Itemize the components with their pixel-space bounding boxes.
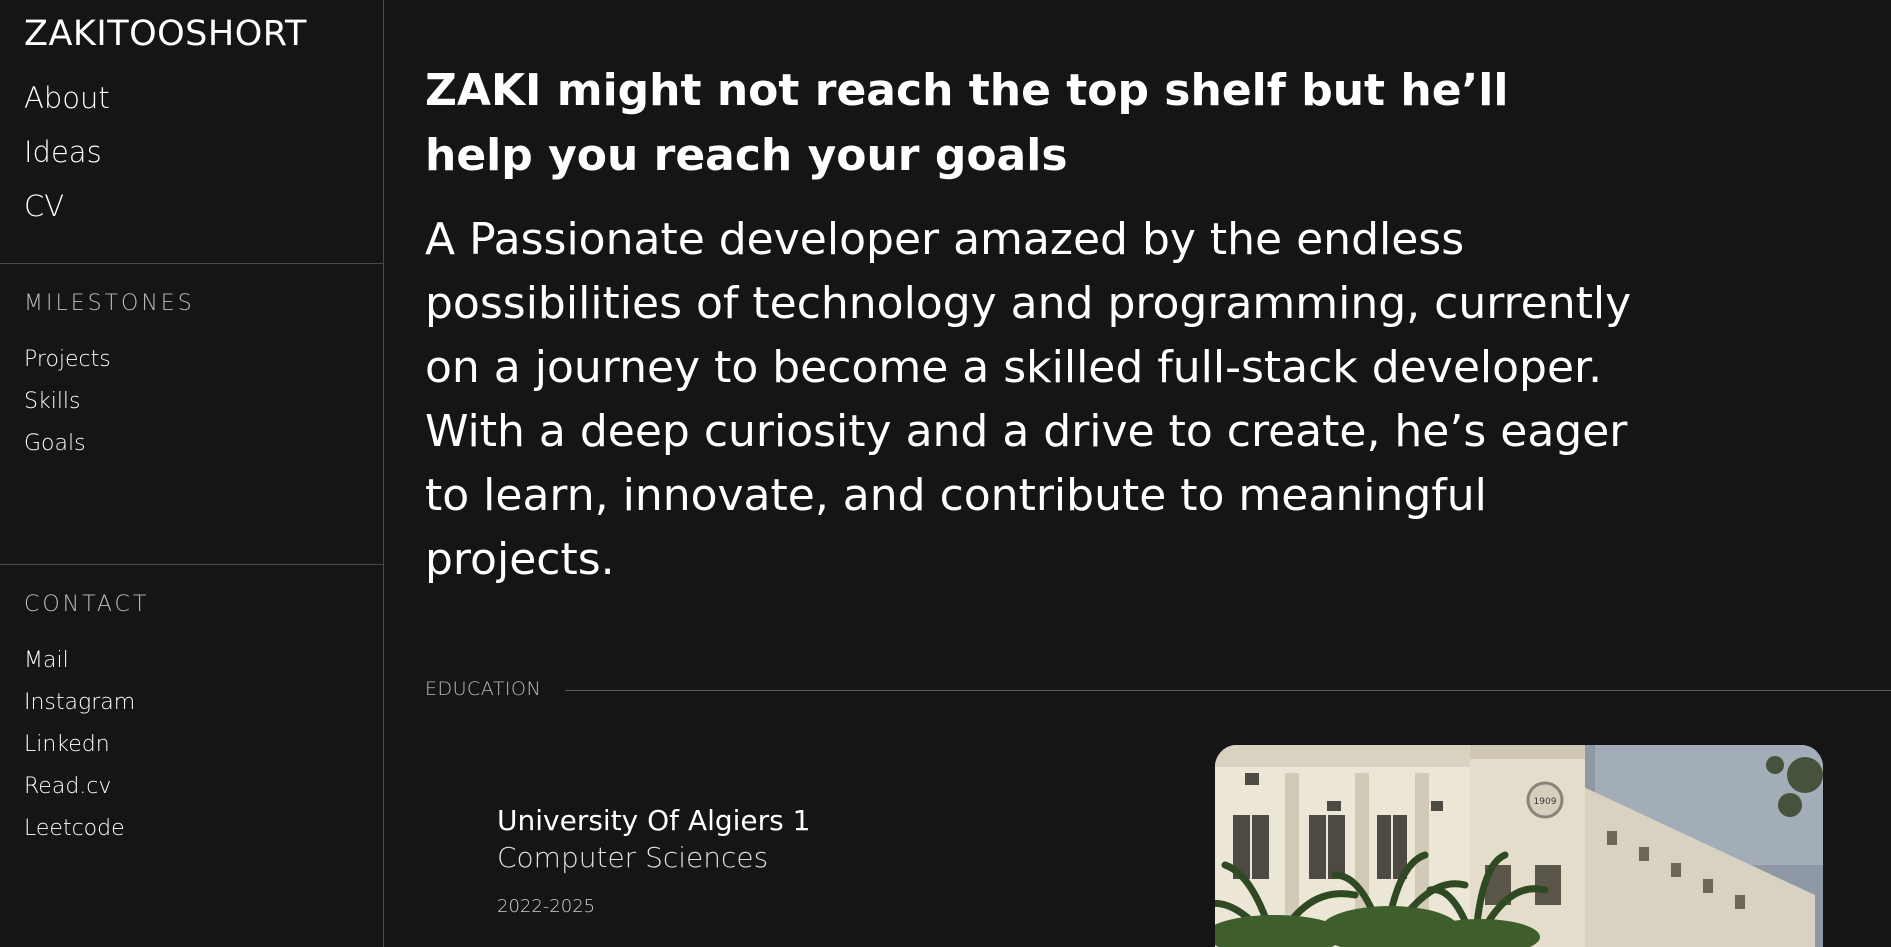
hero-headline: ZAKI might not reach the top shelf but h… [425,65,1509,181]
brand-logo[interactable]: ZAKITOOSHORT [24,14,307,54]
nav-ideas-link[interactable]: Ideas [24,130,110,184]
nav-cv-link[interactable]: CV [24,184,110,238]
degree-name: Computer Sciences [497,841,769,874]
university-building-image: 1909 [1215,745,1823,947]
education-label: EDUCATION [425,678,542,700]
contact-linkedin-link[interactable]: Linkedn [24,724,135,766]
contact-list: Mail Instagram Linkedn Read.cv Leetcode [24,640,135,850]
contact-mail-link[interactable]: Mail [24,640,135,682]
milestone-projects-link[interactable]: Projects [24,339,111,381]
milestone-goals-link[interactable]: Goals [24,423,111,465]
contact-heading: CONTACT [24,592,150,617]
contact-leetcode-link[interactable]: Leetcode [24,808,135,850]
school-name: University Of Algiers 1 [497,804,811,837]
nav-about-link[interactable]: About [24,76,110,130]
sidebar: ZAKITOOSHORT About Ideas CV MILESTONES P… [0,0,384,947]
education-years: 2022-2025 [497,896,596,917]
intro-paragraph: A Passionate developer amazed by the end… [425,214,1632,393]
milestone-skills-link[interactable]: Skills [24,381,111,423]
main-content: ZAKI might not reach the top shelf but h… [385,0,1891,947]
contact-instagram-link[interactable]: Instagram [24,682,135,724]
contact-readcv-link[interactable]: Read.cv [24,766,135,808]
main-nav: About Ideas CV [24,76,110,238]
plaque-year: 1909 [1534,797,1557,807]
education-divider [565,690,1891,691]
intro-paragraph: With a deep curiosity and a drive to cre… [425,406,1628,585]
milestones-list: Projects Skills Goals [24,339,111,465]
intro-text: A Passionate developer amazed by the end… [425,208,1655,592]
milestones-heading: MILESTONES [24,291,195,316]
sidebar-divider [0,263,384,264]
sidebar-divider [0,564,384,565]
